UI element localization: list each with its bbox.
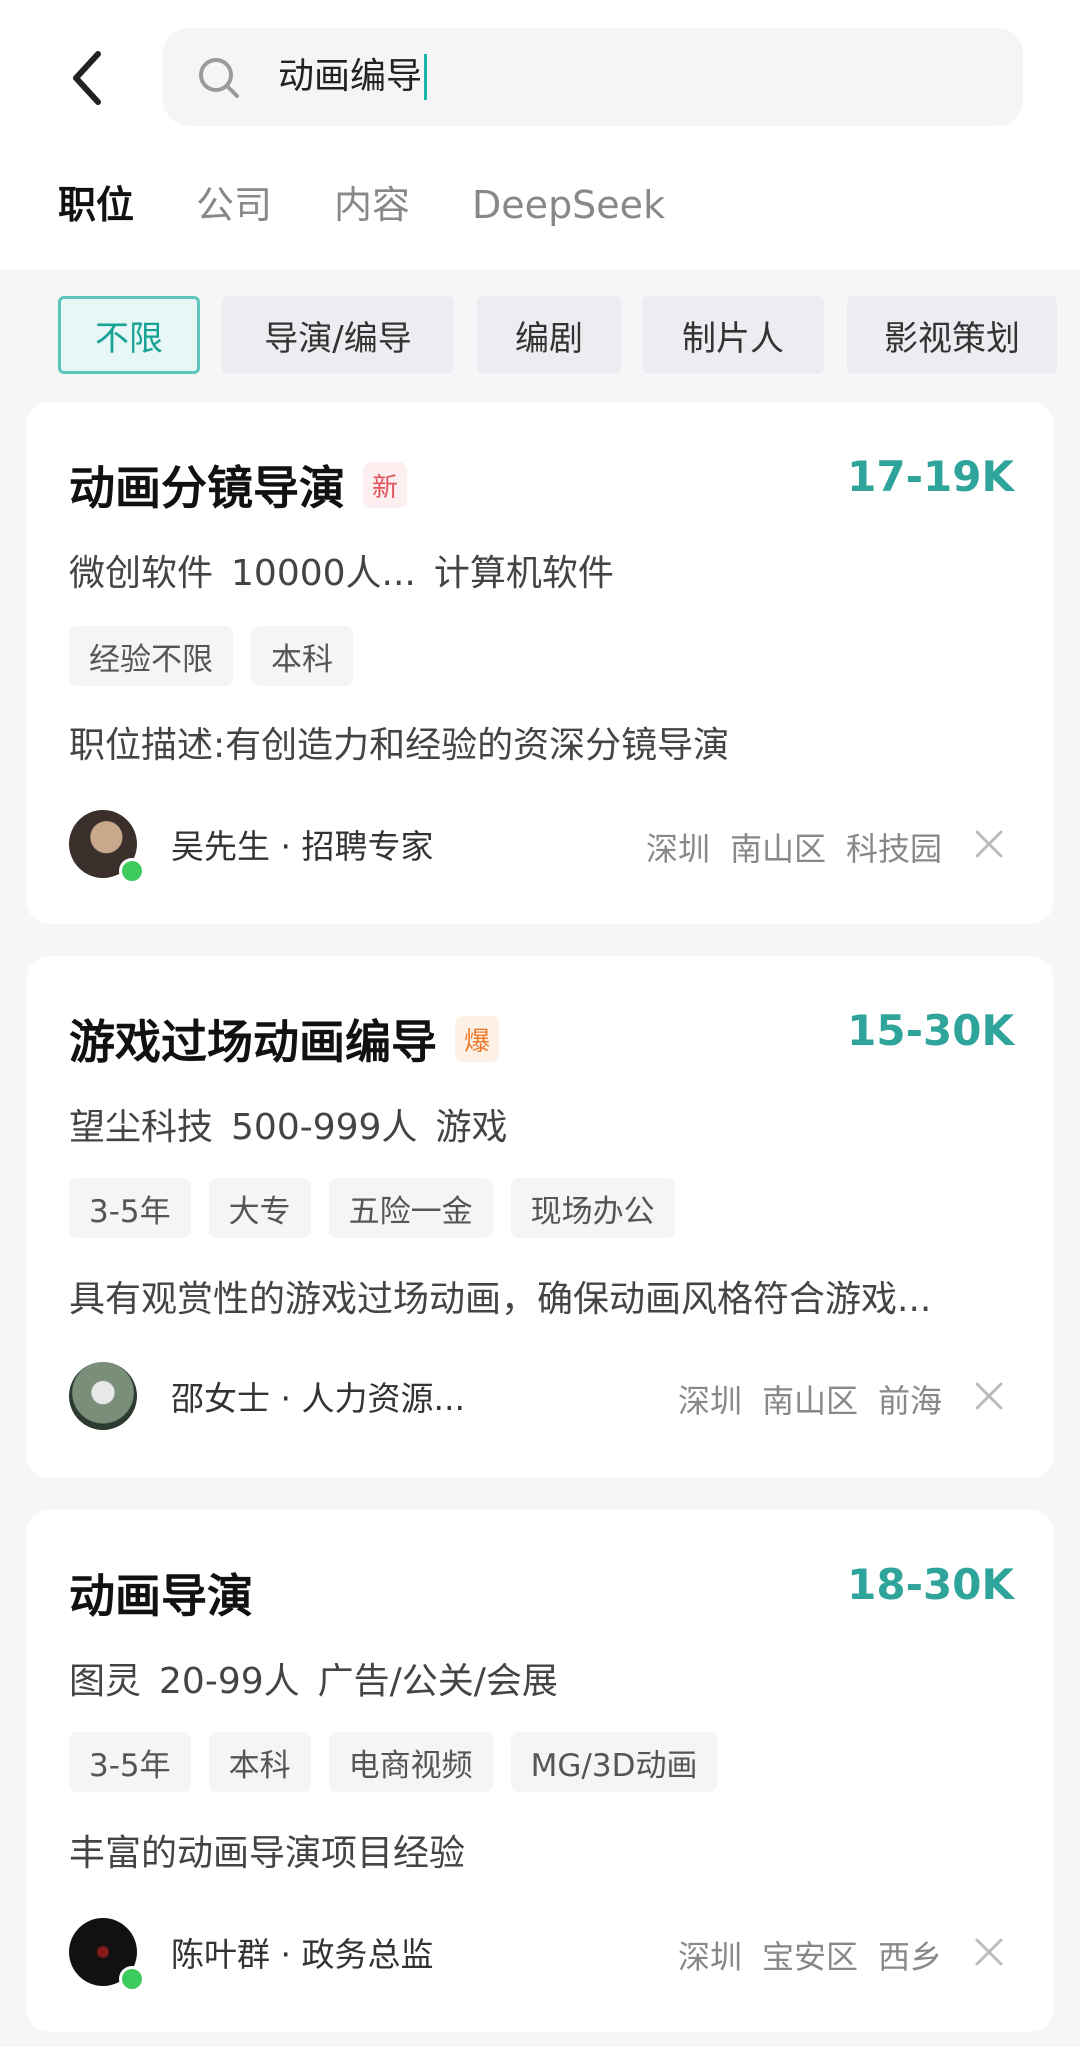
online-status-dot xyxy=(119,858,145,884)
job-location: 深圳 宝安区 西乡 xyxy=(658,1932,942,1978)
company-info: 微创软件 10000人... 计算机软件 xyxy=(69,544,632,596)
company-industry: 计算机软件 xyxy=(433,553,614,594)
tab-content[interactable]: 内容 xyxy=(334,170,410,240)
job-description: 职位描述:有创造力和经验的资深分镜导演 xyxy=(69,725,730,766)
job-tag: 现场办公 xyxy=(510,1178,675,1238)
recruiter-name: 吴先生 · 招聘专家 xyxy=(171,827,434,866)
search-box[interactable]: 动画编导 xyxy=(163,28,1023,126)
job-tag: 五险一金 xyxy=(328,1178,493,1238)
recruiter[interactable]: 陈叶群 · 政务总监 xyxy=(69,1916,434,1992)
job-location: 深圳 南山区 科技园 xyxy=(626,824,942,870)
close-icon[interactable] xyxy=(974,1937,1004,1967)
job-tag: 经验不限 xyxy=(69,626,233,686)
avatar xyxy=(69,1362,137,1430)
location-area: 前海 xyxy=(877,1382,942,1420)
company-industry: 游戏 xyxy=(435,1107,508,1148)
company-industry: 广告/公关/会展 xyxy=(317,1661,558,1702)
tab-positions[interactable]: 职位 xyxy=(58,170,134,240)
job-tag: 大专 xyxy=(208,1178,311,1238)
filter-chip-director[interactable]: 导演/编导 xyxy=(222,296,454,374)
job-card[interactable]: 游戏过场动画编导 爆 15-30K 望尘科技 500-999人 游戏 3-5年 … xyxy=(26,956,1054,1478)
recruiter[interactable]: 邵女士 · 人力资源... xyxy=(69,1360,465,1432)
location-area: 科技园 xyxy=(845,830,942,868)
top-bar: 动画编导 职位 公司 内容 DeepSeek xyxy=(0,0,1080,270)
search-query: 动画编导 xyxy=(278,56,423,97)
company-size: 20-99人 xyxy=(159,1661,300,1702)
company-size: 10000人... xyxy=(231,553,416,594)
job-location: 深圳 南山区 前海 xyxy=(658,1376,942,1422)
chevron-left-icon xyxy=(73,51,101,105)
location-district: 南山区 xyxy=(729,830,826,868)
recruiter[interactable]: 吴先生 · 招聘专家 xyxy=(69,808,434,884)
close-icon[interactable] xyxy=(974,1381,1004,1411)
job-tags: 经验不限 本科 xyxy=(69,626,371,686)
job-title: 动画导演 xyxy=(69,1560,253,1626)
company-name: 图灵 xyxy=(69,1661,142,1702)
result-tabs: 职位 公司 内容 DeepSeek xyxy=(58,170,727,240)
job-tags: 3-5年 大专 五险一金 现场办公 xyxy=(69,1178,693,1238)
tab-companies[interactable]: 公司 xyxy=(196,170,272,240)
job-tag: 本科 xyxy=(251,626,353,686)
new-badge: 新 xyxy=(363,462,407,508)
back-button[interactable] xyxy=(58,48,118,108)
text-caret xyxy=(424,54,428,100)
filter-chip-unlimited[interactable]: 不限 xyxy=(58,296,200,374)
salary: 15-30K xyxy=(847,1006,1014,1055)
salary: 17-19K xyxy=(847,452,1014,501)
avatar xyxy=(69,1918,145,1992)
job-title: 游戏过场动画编导 爆 xyxy=(69,1006,499,1072)
search-icon xyxy=(199,58,239,98)
job-title-text: 动画分镜导演 xyxy=(69,461,345,515)
job-tag: 3-5年 xyxy=(69,1732,191,1792)
search-input[interactable]: 动画编导 xyxy=(278,50,428,104)
recruiter-name: 陈叶群 · 政务总监 xyxy=(171,1935,434,1974)
recruiter-name: 邵女士 · 人力资源... xyxy=(171,1379,465,1418)
job-tag: 3-5年 xyxy=(69,1178,191,1238)
filter-chip-producer[interactable]: 制片人 xyxy=(642,296,824,374)
hot-badge: 爆 xyxy=(455,1016,499,1062)
location-city: 深圳 xyxy=(677,1382,742,1420)
location-district: 宝安区 xyxy=(761,1938,858,1976)
tab-deepseek[interactable]: DeepSeek xyxy=(472,170,665,240)
company-info: 望尘科技 500-999人 游戏 xyxy=(69,1098,525,1150)
online-status-dot xyxy=(119,1966,145,1992)
location-district: 南山区 xyxy=(761,1382,858,1420)
job-description: 具有观赏性的游戏过场动画，确保动画风格符合游戏... xyxy=(69,1279,932,1320)
close-icon[interactable] xyxy=(974,829,1004,859)
job-title: 动画分镜导演 新 xyxy=(69,452,407,518)
job-description: 丰富的动画导演项目经验 xyxy=(69,1833,466,1874)
location-city: 深圳 xyxy=(645,830,710,868)
company-name: 望尘科技 xyxy=(69,1107,214,1148)
filter-chip-film-planning[interactable]: 影视策划 xyxy=(847,296,1057,374)
job-card[interactable]: 动画分镜导演 新 17-19K 微创软件 10000人... 计算机软件 经验不… xyxy=(26,402,1054,924)
filter-chip-screenwriter[interactable]: 编剧 xyxy=(477,296,621,374)
job-tag: 电商视频 xyxy=(328,1732,493,1792)
job-title-text: 游戏过场动画编导 xyxy=(69,1015,437,1069)
job-tag: 本科 xyxy=(208,1732,311,1792)
job-card[interactable]: 动画导演 18-30K 图灵 20-99人 广告/公关/会展 3-5年 本科 电… xyxy=(26,1510,1054,2032)
salary: 18-30K xyxy=(847,1560,1014,1609)
avatar xyxy=(69,810,145,884)
job-title-text: 动画导演 xyxy=(69,1569,253,1623)
job-tags: 3-5年 本科 电商视频 MG/3D动画 xyxy=(69,1732,735,1792)
location-area: 西乡 xyxy=(877,1938,942,1976)
location-city: 深圳 xyxy=(677,1938,742,1976)
company-name: 微创软件 xyxy=(69,553,214,594)
company-size: 500-999人 xyxy=(231,1107,418,1148)
company-info: 图灵 20-99人 广告/公关/会展 xyxy=(69,1652,576,1704)
job-tag: MG/3D动画 xyxy=(510,1732,718,1792)
filter-chips: 不限 导演/编导 编剧 制片人 影视策划 xyxy=(0,270,1080,400)
